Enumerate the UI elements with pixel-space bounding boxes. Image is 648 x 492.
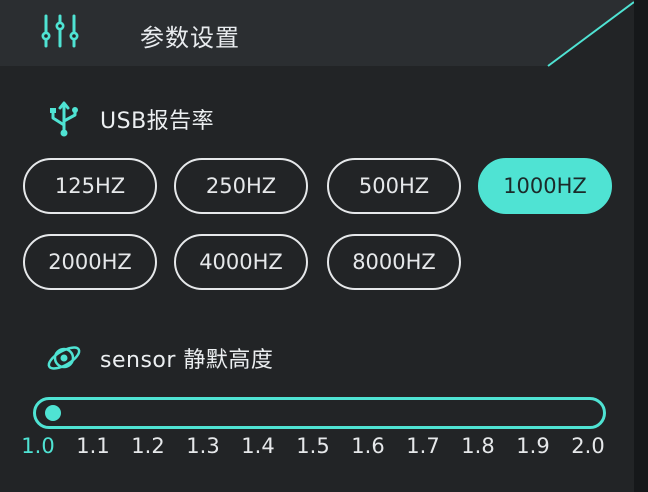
- usb-icon: [44, 99, 84, 139]
- rate-button-4000hz[interactable]: 4000HZ: [174, 234, 308, 290]
- panel-header: 参数设置: [0, 0, 634, 70]
- sliders-icon: [40, 14, 80, 48]
- window-edge: [634, 0, 648, 492]
- usb-rate-section: USB报告率: [44, 99, 214, 139]
- sensor-icon: [44, 338, 84, 378]
- slider-tick-label: 1.0: [21, 434, 55, 458]
- rate-button-8000hz[interactable]: 8000HZ: [327, 234, 461, 290]
- slider-tick-label: 2.0: [571, 434, 605, 458]
- slider-tick-label: 1.8: [461, 434, 495, 458]
- header-background: [0, 0, 634, 67]
- rate-button-500hz[interactable]: 500HZ: [327, 158, 461, 214]
- sensor-height-label: sensor 静默高度: [100, 348, 274, 373]
- slider-tick-label: 1.9: [516, 434, 550, 458]
- slider-tick-label: 1.3: [186, 434, 220, 458]
- page-title: 参数设置: [140, 24, 240, 52]
- slider-tick-labels: 1.0 1.1 1.2 1.3 1.4 1.5 1.6 1.7 1.8 1.9 2.0: [0, 434, 634, 468]
- slider-tick-label: 1.6: [351, 434, 385, 458]
- rate-button-2000hz[interactable]: 2000HZ: [23, 234, 157, 290]
- slider-tick-label: 1.7: [406, 434, 440, 458]
- rate-button-1000hz[interactable]: 1000HZ: [478, 158, 612, 214]
- slider-tick-label: 1.1: [76, 434, 110, 458]
- slider-tick-label: 1.2: [131, 434, 165, 458]
- sensor-height-section: sensor 静默高度: [44, 338, 273, 378]
- rate-button-125hz[interactable]: 125HZ: [23, 158, 157, 214]
- slider-tick-label: 1.5: [296, 434, 330, 458]
- slider-tick-label: 1.4: [241, 434, 275, 458]
- rate-button-250hz[interactable]: 250HZ: [174, 158, 308, 214]
- usb-rate-label: USB报告率: [100, 109, 215, 134]
- slider-thumb[interactable]: [45, 405, 61, 421]
- sensor-height-slider[interactable]: [33, 397, 606, 429]
